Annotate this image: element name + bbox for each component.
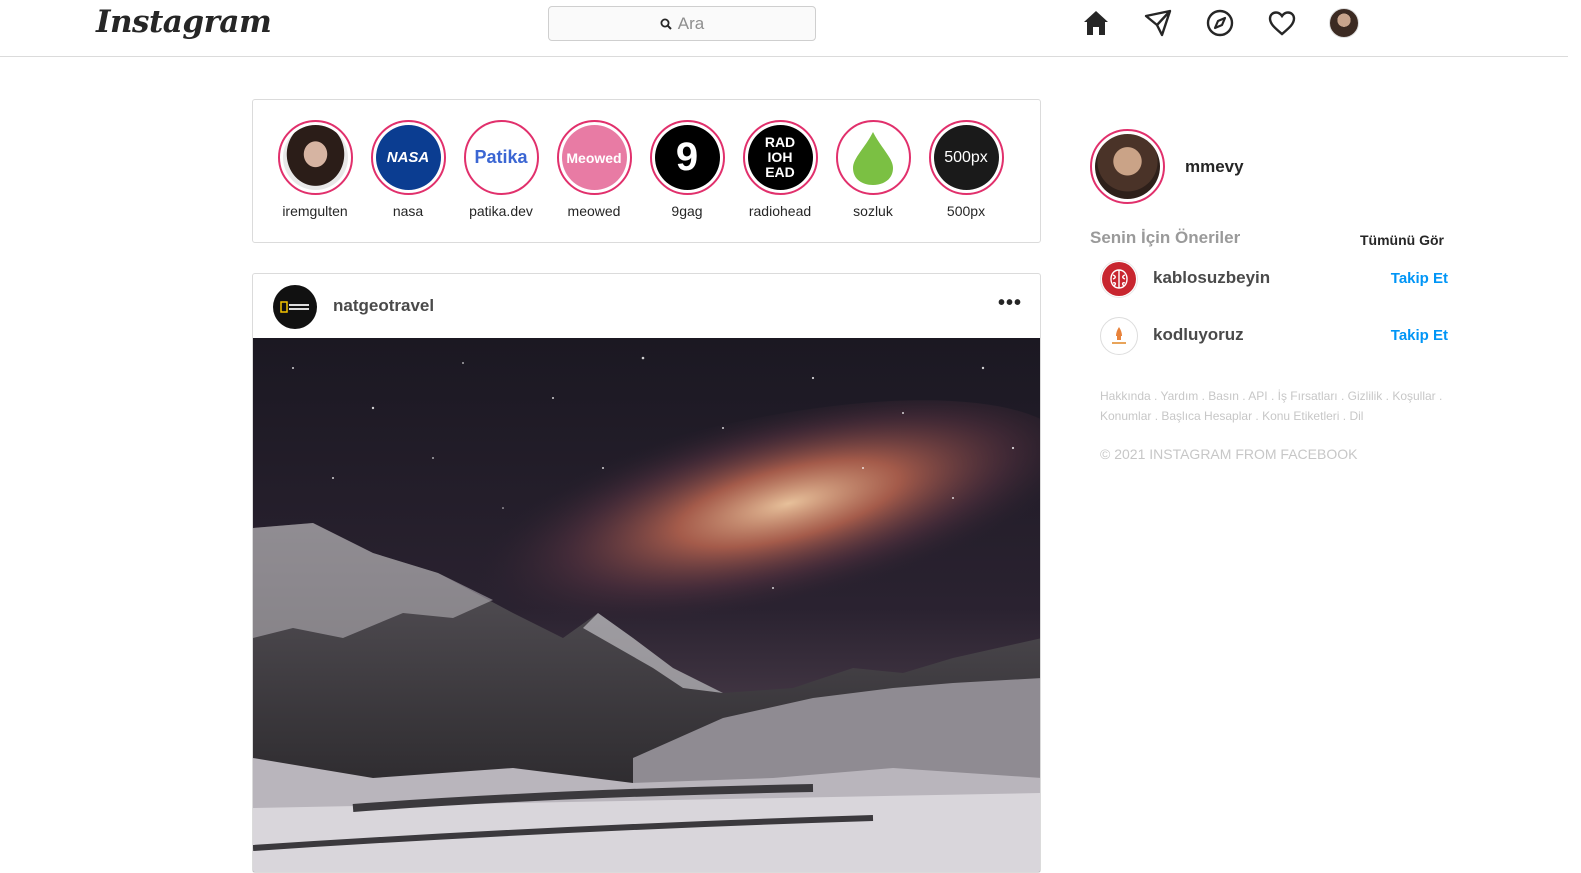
nav-icons — [1080, 7, 1360, 39]
see-all-link[interactable]: Tümünü Gör — [1360, 232, 1444, 248]
story-item[interactable]: Meowed meowed — [547, 120, 641, 219]
copyright-text: © 2021 INSTAGRAM FROM FACEBOOK — [1100, 446, 1358, 462]
post-header: natgeotravel ••• — [253, 274, 1040, 338]
story-item[interactable]: iremgulten — [268, 120, 362, 219]
explore-icon[interactable] — [1204, 7, 1236, 39]
patika-logo: Patika — [468, 125, 534, 190]
post-author-username[interactable]: natgeotravel — [333, 296, 434, 316]
suggestion-avatar[interactable] — [1100, 260, 1138, 298]
500px-logo: 500px — [933, 125, 999, 190]
story-username: 500px — [946, 203, 986, 219]
story-item[interactable]: RAD IOH EAD radiohead — [733, 120, 827, 219]
search-icon — [660, 18, 672, 30]
story-item[interactable]: sozluk — [826, 120, 920, 219]
suggestion-row: kablosuzbeyin Takip Et — [1100, 260, 1448, 300]
story-username: nasa — [392, 203, 424, 219]
nasa-logo: NASA — [375, 125, 441, 190]
follow-button[interactable]: Takip Et — [1391, 327, 1448, 344]
footer-links[interactable]: Hakkında . Yardım . Basın . API . İş Fır… — [1100, 386, 1460, 426]
story-username: iremgulten — [282, 203, 348, 219]
direct-message-icon[interactable] — [1142, 7, 1174, 39]
search-input[interactable]: Ara — [548, 6, 816, 41]
home-icon[interactable] — [1080, 7, 1112, 39]
current-user-card: mmevy — [1090, 129, 1244, 204]
story-item[interactable]: 500px 500px — [919, 120, 1013, 219]
story-item[interactable]: NASA nasa — [361, 120, 455, 219]
suggestion-username[interactable]: kodluyoruz — [1153, 325, 1244, 345]
current-user-username[interactable]: mmevy — [1185, 157, 1244, 177]
feed-post: natgeotravel ••• — [252, 273, 1041, 873]
story-username: radiohead — [748, 203, 812, 219]
sozluk-drop-icon — [840, 125, 906, 190]
suggestion-username[interactable]: kablosuzbeyin — [1153, 268, 1270, 288]
avatar — [1329, 8, 1359, 38]
9gag-logo: 9 — [654, 125, 720, 190]
search-placeholder: Ara — [677, 13, 705, 33]
current-user-avatar[interactable] — [1090, 129, 1165, 204]
story-avatar — [282, 125, 348, 190]
more-options-icon[interactable]: ••• — [998, 293, 1022, 313]
story-username: meowed — [567, 203, 621, 219]
meowed-logo: Meowed — [561, 125, 627, 190]
story-item[interactable]: 9 9gag — [640, 120, 734, 219]
story-item[interactable]: Patika patika.dev — [454, 120, 548, 219]
suggestions-title: Senin İçin Öneriler — [1090, 228, 1241, 247]
follow-button[interactable]: Takip Et — [1391, 270, 1448, 287]
story-username: 9gag — [671, 203, 703, 219]
suggestion-row: kodluyoruz Takip Et — [1100, 317, 1448, 357]
top-navigation-bar: Instagram Ara — [0, 0, 1568, 57]
stories-tray: iremgulten NASA nasa Patika patika.dev M… — [252, 99, 1041, 243]
story-username: patika.dev — [469, 203, 533, 219]
post-image[interactable] — [253, 338, 1041, 873]
story-username: sozluk — [853, 203, 893, 219]
profile-avatar[interactable] — [1328, 7, 1360, 39]
post-author-avatar[interactable] — [273, 285, 317, 329]
instagram-logo[interactable]: Instagram — [96, 4, 272, 40]
radiohead-logo: RAD IOH EAD — [747, 125, 813, 190]
activity-heart-icon[interactable] — [1266, 7, 1298, 39]
suggestion-avatar[interactable] — [1100, 317, 1138, 355]
